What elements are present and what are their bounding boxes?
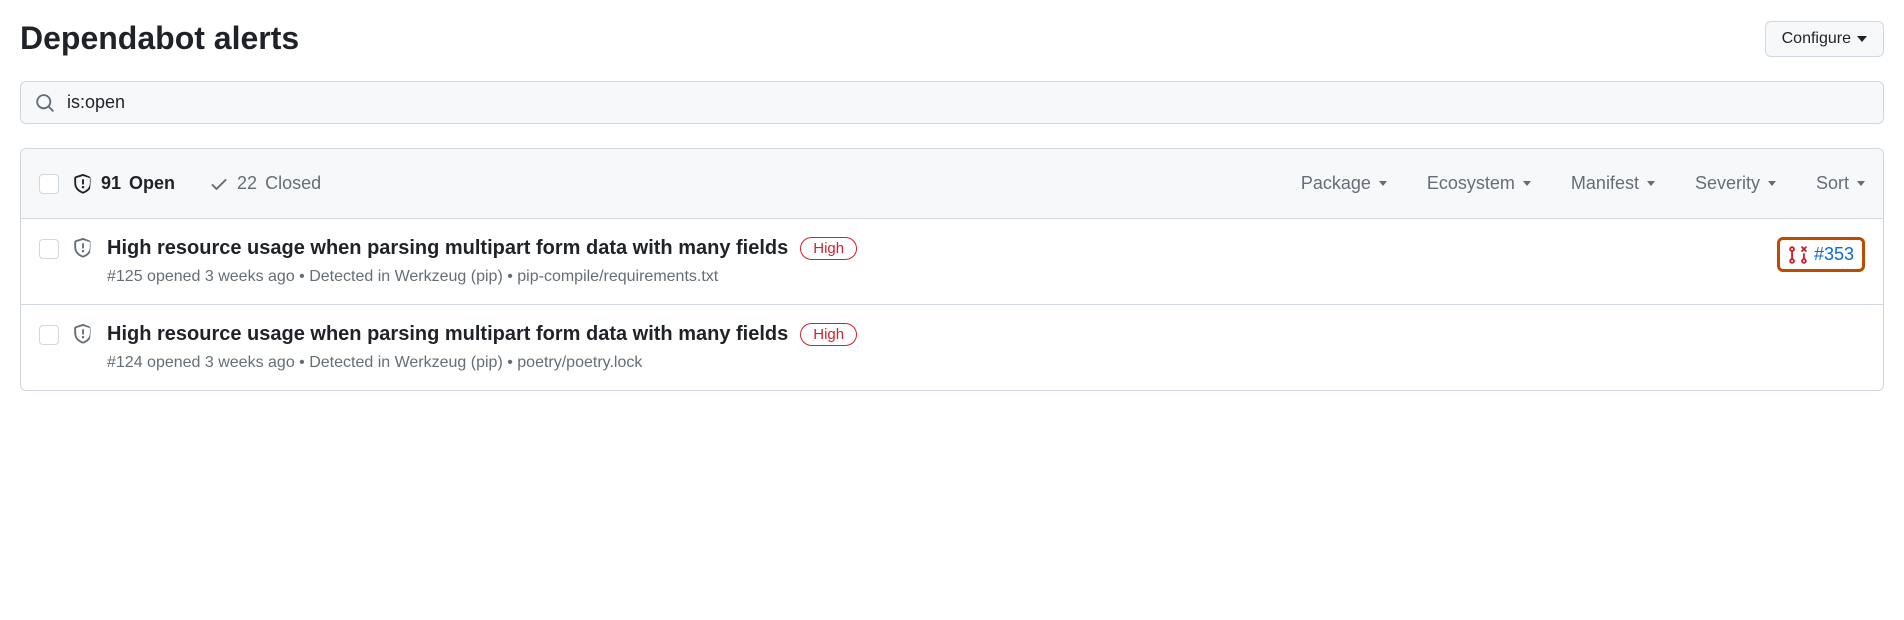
pr-number: #353 [1814,244,1854,265]
filter-ecosystem-label: Ecosystem [1427,173,1515,194]
caret-down-icon [1857,36,1867,42]
caret-down-icon [1379,181,1387,186]
alert-row: High resource usage when parsing multipa… [21,219,1883,305]
select-all-checkbox[interactable] [39,174,59,194]
toolbar-filters: Package Ecosystem Manifest Severity Sort [1301,173,1865,194]
toolbar-left: 91 Open 22 Closed [39,173,321,194]
alert-row: High resource usage when parsing multipa… [21,305,1883,390]
severity-badge: High [800,323,857,346]
caret-down-icon [1647,181,1655,186]
caret-down-icon [1523,181,1531,186]
filter-package[interactable]: Package [1301,173,1387,194]
filter-package-label: Package [1301,173,1371,194]
closed-tab[interactable]: 22 Closed [209,173,321,194]
open-label: Open [129,173,175,194]
search-field[interactable] [20,81,1884,124]
open-count: 91 [101,173,121,194]
alert-checkbox[interactable] [39,325,59,345]
filter-severity[interactable]: Severity [1695,173,1776,194]
pull-request-icon [1788,245,1808,265]
caret-down-icon [1857,181,1865,186]
search-icon [35,93,55,113]
shield-alert-icon [73,238,93,258]
filter-manifest[interactable]: Manifest [1571,173,1655,194]
closed-label: Closed [265,173,321,194]
alert-checkbox[interactable] [39,239,59,259]
shield-alert-icon [73,324,93,344]
configure-button[interactable]: Configure [1765,21,1884,57]
alerts-container: 91 Open 22 Closed Package Ecosystem Man [20,148,1884,391]
alert-meta: #125 opened 3 weeks ago • Detected in We… [107,268,1763,286]
filter-severity-label: Severity [1695,173,1760,194]
alerts-toolbar: 91 Open 22 Closed Package Ecosystem Man [21,149,1883,219]
alert-title-link[interactable]: High resource usage when parsing multipa… [107,323,788,346]
shield-alert-icon [73,174,93,194]
closed-count: 22 [237,173,257,194]
alert-title-link[interactable]: High resource usage when parsing multipa… [107,237,788,260]
severity-badge: High [800,237,857,260]
page-title: Dependabot alerts [20,20,299,57]
filter-ecosystem[interactable]: Ecosystem [1427,173,1531,194]
filter-sort-label: Sort [1816,173,1849,194]
alert-meta: #124 opened 3 weeks ago • Detected in We… [107,354,1865,372]
configure-label: Configure [1782,30,1851,48]
filter-sort[interactable]: Sort [1816,173,1865,194]
filter-manifest-label: Manifest [1571,173,1639,194]
search-input[interactable] [67,92,1869,113]
caret-down-icon [1768,181,1776,186]
check-icon [209,174,229,194]
pr-link[interactable]: #353 [1777,237,1865,272]
open-tab[interactable]: 91 Open [73,173,175,194]
